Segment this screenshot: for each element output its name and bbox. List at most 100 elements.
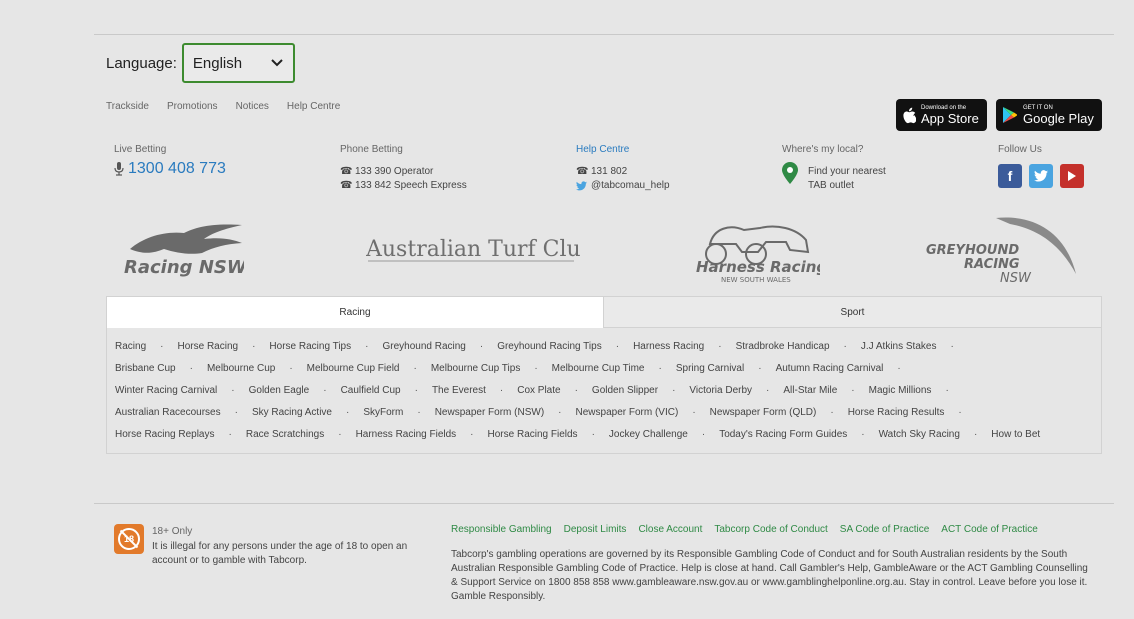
racing-link[interactable]: Melbourne Cup Time [552,363,662,374]
racing-link[interactable]: Newspaper Form (VIC) [576,407,696,418]
racing-link[interactable]: Magic Millions [869,385,949,396]
racing-links-row: Racing Horse Racing Horse Racing Tips Greyh… [115,335,1093,357]
racing-link[interactable]: Golden Eagle [249,385,327,396]
google-play-badge[interactable]: GET IT ON Google Play [996,99,1102,131]
racing-nsw-logo[interactable]: Racing NSW [124,217,248,287]
svg-text:Australian Turf Club: Australian Turf Club [366,237,580,262]
responsible-gambling: Responsible Gambling Deposit Limits Clos… [451,524,1091,604]
phone-betting-title: Phone Betting [340,144,403,155]
language-select[interactable]: English [181,43,295,83]
live-betting-title: Live Betting [114,144,167,155]
racing-link[interactable]: Autumn Racing Carnival [776,363,901,374]
racing-link[interactable]: The Everest [432,385,503,396]
link-notices[interactable]: Notices [236,101,269,112]
racing-links-row: Winter Racing Carnival Golden Eagle Caulfi… [115,379,1093,401]
find-local-line1[interactable]: Find your nearest [808,165,886,179]
find-local-title: Where's my local? [782,144,864,155]
facebook-icon[interactable]: f [998,164,1022,188]
phone-icon: ☎ [576,166,589,177]
racing-link[interactable]: Jockey Challenge [609,429,705,440]
youtube-icon[interactable] [1060,164,1084,188]
racing-link[interactable]: Newspaper Form (QLD) [710,407,834,418]
follow-us-title: Follow Us [998,144,1042,155]
rg-links: Responsible Gambling Deposit Limits Clos… [451,524,1091,535]
chevron-down-icon [271,59,283,67]
google-play-icon [1003,107,1017,123]
racing-link[interactable]: Victoria Derby [689,385,769,396]
link-sa-code[interactable]: SA Code of Practice [840,524,930,535]
racing-link[interactable]: Caulfield Cup [341,385,418,396]
quick-links: Trackside Promotions Notices Help Centre [106,101,340,112]
racing-link[interactable]: Horse Racing Tips [269,341,368,352]
help-centre-contact: Help Centre ☎ 131 802 @tabcomau_help [576,144,670,193]
twitter-icon [576,181,587,191]
racing-link[interactable]: Melbourne Cup [207,363,293,374]
racing-link[interactable]: Watch Sky Racing [879,429,978,440]
racing-link[interactable]: Brisbane Cup [115,363,193,374]
help-centre-twitter[interactable]: @tabcomau_help [591,179,670,193]
tab-sport[interactable]: Sport [604,297,1101,328]
phone-operator[interactable]: 133 390 Operator [355,165,433,179]
racing-link[interactable]: How to Bet [991,429,1054,440]
racing-link[interactable]: Race Scratchings [246,429,342,440]
racing-link[interactable]: SkyForm [363,407,420,418]
link-tabcorp-code[interactable]: Tabcorp Code of Conduct [714,524,827,535]
racing-link[interactable]: Golden Slipper [592,385,676,396]
racing-link[interactable]: Today's Racing Form Guides [719,429,864,440]
racing-link[interactable]: Winter Racing Carnival [115,385,235,396]
racing-link[interactable]: Sky Racing Active [252,407,349,418]
age-notice-title: 18+ Only [152,526,193,537]
racing-link[interactable]: Stradbroke Handicap [736,341,847,352]
app-store-badge[interactable]: Download on the App Store [896,99,987,131]
link-deposit-limits[interactable]: Deposit Limits [564,524,627,535]
link-promotions[interactable]: Promotions [167,101,218,112]
racing-link[interactable]: Harness Racing Fields [356,429,474,440]
link-help-centre[interactable]: Help Centre [287,101,340,112]
racing-link[interactable]: Horse Racing Results [848,407,962,418]
racing-links-row: Australian Racecourses Sky Racing Active S… [115,401,1093,423]
harness-racing-logo[interactable]: Harness Racing NEW SOUTH WALES [696,216,827,291]
find-local-line2[interactable]: TAB outlet [808,179,886,193]
language-label: Language: [106,54,177,72]
twitter-icon[interactable] [1029,164,1053,188]
app-store-label: App Store [921,110,979,126]
phone-icon: ☎ [340,166,353,177]
google-play-label: Google Play [1023,110,1094,126]
link-responsible-gambling[interactable]: Responsible Gambling [451,524,552,535]
link-trackside[interactable]: Trackside [106,101,149,112]
svg-text:NSW: NSW [1000,271,1032,286]
link-close-account[interactable]: Close Account [638,524,702,535]
tab-racing[interactable]: Racing [107,297,604,328]
racing-link[interactable]: J.J Atkins Stakes [861,341,954,352]
racing-link[interactable]: Horse Racing [177,341,255,352]
language-selector: Language: English [106,43,295,83]
racing-link[interactable]: Greyhound Racing Tips [497,341,619,352]
phone-betting: Phone Betting ☎ 133 390 Operator ☎ 133 842… [340,144,467,193]
svg-text:Harness Racing: Harness Racing [696,258,820,276]
racing-link[interactable]: Horse Racing Replays [115,429,232,440]
racing-link[interactable]: Melbourne Cup Tips [431,363,538,374]
rg-disclaimer: Tabcorp's gambling operations are govern… [451,549,1088,602]
racing-link[interactable]: Melbourne Cup Field [307,363,417,374]
racing-link[interactable]: Cox Plate [517,385,578,396]
racing-link[interactable]: Australian Racecourses [115,407,238,418]
racing-link[interactable]: Greyhound Racing [382,341,483,352]
age-restriction-number: 18 [118,528,140,550]
find-local: Where's my local? Find your nearest TAB … [782,144,886,193]
racing-link[interactable]: Horse Racing Fields [488,429,595,440]
racing-link[interactable]: Racing [115,341,163,352]
australian-turf-club-logo[interactable]: Australian Turf Club [365,232,595,269]
phone-speech-express[interactable]: 133 842 Speech Express [355,179,467,193]
help-centre-title[interactable]: Help Centre [576,144,670,155]
racing-link[interactable]: Spring Carnival [676,363,762,374]
help-centre-phone[interactable]: 131 802 [591,165,627,179]
live-betting-number[interactable]: 1300 408 773 [128,161,226,177]
racing-link[interactable]: Harness Racing [633,341,722,352]
language-value: English [192,54,243,72]
racing-link[interactable]: All-Star Mile [783,385,854,396]
microphone-icon [114,162,124,176]
racing-link[interactable]: Newspaper Form (NSW) [435,407,562,418]
link-act-code[interactable]: ACT Code of Practice [941,524,1038,535]
greyhound-racing-nsw-logo[interactable]: GREYHOUND RACING NSW [926,214,1082,293]
svg-text:GREYHOUND: GREYHOUND [926,243,1019,258]
